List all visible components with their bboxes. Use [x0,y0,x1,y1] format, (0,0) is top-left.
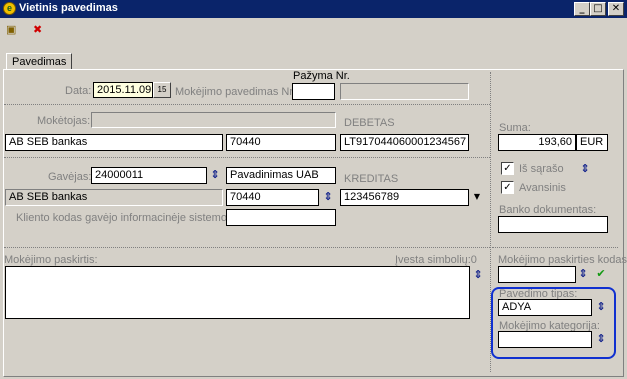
payer-label: Mokėtojas: [37,115,91,127]
advance-checkbox[interactable]: ✓ [501,181,514,194]
payee-bank-input: AB SEB bankas [5,189,223,206]
close-button[interactable]: ✕ [608,2,624,16]
certificate-input [340,83,469,100]
payer-bank-input[interactable]: AB SEB bankas [5,134,223,151]
date-label: Data: [65,85,92,97]
payer-input [91,112,336,128]
payee-code-input[interactable]: 24000011 [91,167,207,184]
payee-label: Gavėjas: [48,171,92,183]
minimize-button[interactable]: _ [574,2,590,16]
debit-account-input[interactable]: LT917044060001234567 [340,134,469,151]
from-list-checkbox[interactable]: ✓ [501,162,514,175]
category-input[interactable] [498,331,592,348]
maximize-button[interactable]: □ [590,2,606,16]
client-code-label: Kliento kodas gavėjo informacinėje siste… [16,212,239,224]
payee-bank-code-input[interactable]: 70440 [226,189,319,206]
separator [4,157,490,158]
app-icon: e [3,2,16,15]
separator [492,247,618,248]
from-list-label: Iš sąrašo [519,163,564,175]
date-input[interactable]: 2015.11.09 [93,82,153,98]
bank-document-input[interactable] [498,216,608,233]
purpose-textarea[interactable] [5,266,470,319]
cancel-icon[interactable]: ✖ [33,23,53,37]
from-list-lookup-icon[interactable]: ⇕ [580,162,590,176]
payee-lookup-icon[interactable]: ⇕ [210,168,220,182]
sum-input[interactable]: 193,60 [498,134,576,151]
calendar-icon[interactable]: 15 [153,82,171,98]
category-lookup-icon[interactable]: ⇕ [596,332,606,346]
tab-pavedimas[interactable]: Pavedimas [6,53,73,70]
payee-bank-lookup-icon[interactable]: ⇕ [323,190,333,204]
credit-account-dropdown-icon[interactable]: ▼ [472,190,482,204]
currency-field[interactable]: EUR [576,134,608,151]
order-type-lookup-icon[interactable]: ⇕ [596,300,606,314]
credit-account-input[interactable]: 123456789 [340,189,469,206]
payer-bank-code-input[interactable]: 70440 [226,134,336,151]
payee-name-input[interactable]: Pavadinimas UAB [226,167,336,184]
purpose-code-input[interactable] [498,266,576,283]
advance-label: Avansinis [519,182,566,194]
order-no-label: Mokėjimo pavedimas Nr. [175,86,296,98]
window-title: Vietinis pavedimas [19,2,118,14]
separator [4,247,490,248]
confirm-check-icon[interactable]: ✔ [596,267,606,281]
order-type-input[interactable]: ADYA [498,299,592,316]
client-code-input[interactable] [226,209,336,226]
order-no-input[interactable] [292,83,335,100]
certificate-label: Pažyma Nr. [293,70,350,82]
debit-label: DEBETAS [344,117,395,129]
purpose-lookup-icon[interactable]: ⇕ [473,268,483,282]
purpose-code-lookup-icon[interactable]: ⇕ [578,267,588,281]
credit-label: KREDITAS [344,173,399,185]
separator [4,104,490,105]
save-icon[interactable]: ▣ [6,23,26,37]
